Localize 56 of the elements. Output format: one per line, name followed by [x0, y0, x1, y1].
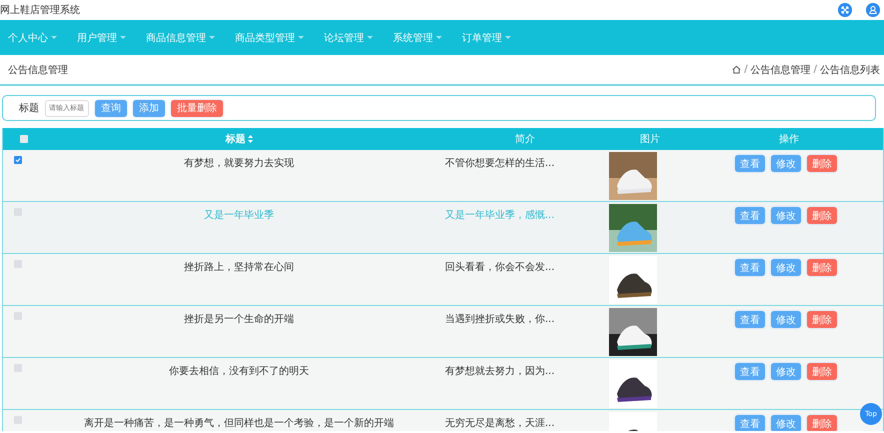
title-text: 离开是一种痛苦，是一种勇气，但同样也是一个考验，是一个新的开端 — [84, 418, 394, 429]
intro-text: 无穷无尽是离愁，天涯... — [445, 418, 555, 429]
table-row[interactable]: 你要去相信，没有到不了的明天 有梦想就去努力，因为... 查看 修改 删除 — [3, 358, 883, 410]
table-row[interactable]: 挫折路上，坚持常在心间 回头看看，你会不会发... 查看 修改 删除 — [3, 254, 883, 306]
delete-button[interactable]: 删除 — [807, 415, 837, 431]
edit-button[interactable]: 修改 — [771, 259, 801, 276]
title-text: 有梦想，就要努力去实现 — [184, 158, 294, 169]
nav-item[interactable]: 个人中心 — [8, 30, 48, 44]
edit-button[interactable]: 修改 — [771, 311, 801, 328]
column-header: 操作 — [779, 133, 799, 146]
view-button[interactable]: 查看 — [735, 415, 765, 431]
intro-text: 又是一年毕业季，感慨... — [445, 210, 555, 221]
delete-button[interactable]: 删除 — [807, 363, 837, 380]
batch-delete-button[interactable]: 批量删除 — [171, 100, 223, 116]
intro-text: 回头看看，你会不会发... — [445, 262, 555, 273]
column-header: 简介 — [515, 133, 535, 146]
nav-item[interactable]: 订单管理 — [462, 30, 502, 44]
nav-item[interactable]: 系统管理 — [393, 30, 433, 44]
delete-button[interactable]: 删除 — [807, 207, 837, 224]
page-title: 公告信息管理 — [8, 64, 68, 76]
view-button[interactable]: 查看 — [735, 363, 765, 380]
intro-text: 有梦想就去努力，因为... — [445, 366, 555, 377]
title-text: 挫折是另一个生命的开端 — [184, 314, 294, 325]
title-text: 挫折路上，坚持常在心间 — [184, 262, 294, 273]
view-button[interactable]: 查看 — [735, 207, 765, 224]
search-button[interactable]: 查询 — [95, 100, 127, 116]
view-button[interactable]: 查看 — [735, 311, 765, 328]
table-row[interactable]: 挫折是另一个生命的开端 当遇到挫折或失败，你... 查看 修改 删除 — [3, 306, 883, 358]
view-button[interactable]: 查看 — [735, 155, 765, 172]
title-text: 又是一年毕业季 — [204, 210, 274, 221]
column-header: 图片 — [640, 132, 660, 146]
nav-item[interactable]: 用户管理 — [77, 30, 117, 44]
column-header[interactable]: 标题 — [226, 132, 252, 146]
delete-button[interactable]: 删除 — [807, 155, 837, 172]
view-button[interactable]: 查看 — [735, 259, 765, 276]
breadcrumb-separator: / — [744, 64, 748, 75]
title-text: 你要去相信，没有到不了的明天 — [169, 366, 309, 377]
nav-item[interactable]: 论坛管理 — [324, 30, 364, 44]
delete-button[interactable]: 删除 — [807, 259, 837, 276]
search-label: 标题 — [19, 102, 39, 115]
breadcrumb-separator: / — [814, 64, 817, 75]
intro-text: 不管你想要怎样的生活... — [445, 158, 555, 169]
edit-button[interactable]: 修改 — [771, 415, 801, 431]
app-title: 网上鞋店管理系统 — [0, 4, 80, 17]
table-row[interactable]: 又是一年毕业季 又是一年毕业季，感慨... 查看 修改 删除 — [3, 202, 883, 254]
nav-item[interactable]: 商品信息管理 — [146, 30, 206, 44]
delete-button[interactable]: 删除 — [807, 311, 837, 328]
edit-button[interactable]: 修改 — [771, 207, 801, 224]
table-row[interactable]: 有梦想，就要努力去实现 不管你想要怎样的生活... 查看 修改 删除 — [3, 150, 883, 202]
breadcrumb-item[interactable]: 公告信息管理 — [750, 62, 811, 76]
nav-item[interactable]: 商品类型管理 — [235, 30, 295, 44]
breadcrumb-item[interactable]: 公告信息列表 — [820, 62, 880, 76]
add-button[interactable]: 添加 — [133, 100, 165, 116]
edit-button[interactable]: 修改 — [771, 363, 801, 380]
intro-text: 当遇到挫折或失败，你... — [445, 314, 555, 325]
edit-button[interactable]: 修改 — [771, 155, 801, 172]
